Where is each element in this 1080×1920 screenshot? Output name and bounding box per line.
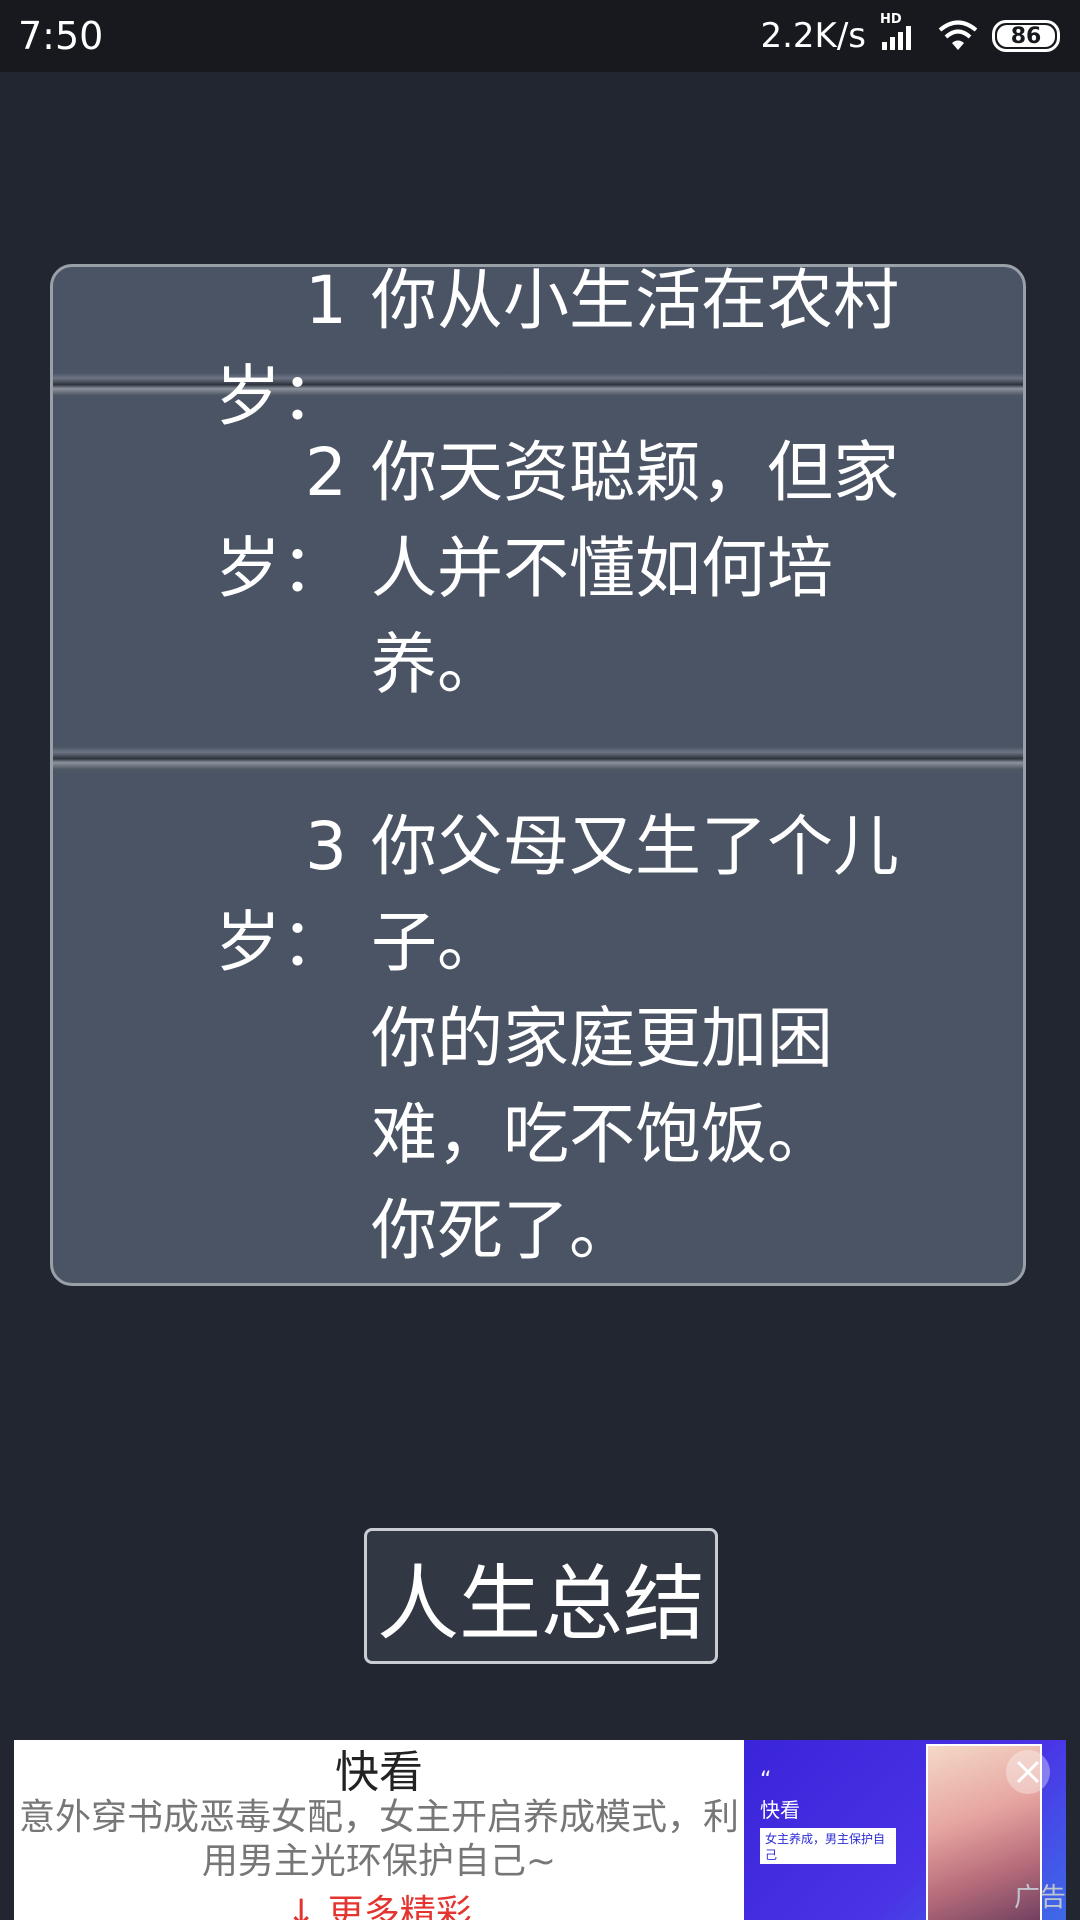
log-entry: 1岁： 你从小生活在农村 — [53, 264, 1023, 435]
entry-age: 3岁： — [215, 808, 347, 981]
log-entry: 2岁： 你天资聪颖，但家 人并不懂如何培 养。 — [53, 399, 1023, 747]
wifi-icon — [938, 20, 978, 50]
ad-more-link[interactable]: ↓ 更多精彩 — [14, 1884, 744, 1920]
battery-icon: 86 — [992, 20, 1060, 52]
entry-text: 你天资聪颖，但家 人并不懂如何培 养。 — [371, 434, 899, 703]
ad-image-brand: 快看 — [760, 1798, 800, 1822]
ad-description: 意外穿书成恶毒女配，女主开启养成模式，利用男主光环保护自己~ — [18, 1797, 739, 1876]
ad-more-label: 更多精彩 — [327, 1893, 472, 1920]
ad-label: 广告 — [1013, 1883, 1066, 1913]
entry-text: 你父母又生了个儿 子。 你的家庭更加困 难，吃不饱饭。 你死了。 — [371, 808, 899, 1269]
battery-level: 86 — [1010, 23, 1042, 49]
status-indicators: 2.2K/s HD 86 — [760, 12, 1060, 58]
ad-banner[interactable]: 快看 意外穿书成恶毒女配，女主开启养成模式，利用男主光环保护自己~ ↓ 更多精彩… — [14, 1740, 1066, 1920]
entry-text: 你从小生活在农村 — [371, 264, 899, 339]
ad-title: 快看 — [335, 1747, 423, 1798]
arrow-down-icon: ↓ — [286, 1893, 317, 1920]
ad-image-caption: 女主养成，男主保护自己 — [760, 1828, 896, 1864]
status-time: 7:50 — [18, 14, 104, 58]
life-summary-button[interactable]: 人生总结 — [364, 1528, 718, 1664]
life-log-list[interactable]: 1岁： 你从小生活在农村 2岁： 你天资聪颖，但家 人并不懂如何培 养。 3岁：… — [53, 264, 1023, 1279]
close-icon[interactable] — [1006, 1750, 1050, 1794]
quote-icon: “ — [760, 1768, 772, 1793]
life-log-panel[interactable]: 1岁： 你从小生活在农村 2岁： 你天资聪颖，但家 人并不懂如何培 养。 3岁：… — [50, 264, 1026, 1286]
entry-divider — [53, 747, 1023, 773]
ad-image[interactable]: “ 快看 女主养成，男主保护自己 广告 — [744, 1740, 1066, 1920]
cell-signal-icon: HD — [880, 12, 924, 54]
ad-text-block[interactable]: 快看 意外穿书成恶毒女配，女主开启养成模式，利用男主光环保护自己~ ↓ 更多精彩 — [14, 1740, 744, 1920]
entry-age: 2岁： — [215, 434, 347, 607]
status-bar: 7:50 2.2K/s HD 86 — [0, 0, 1080, 72]
log-entry: 3岁： 你父母又生了个儿 子。 你的家庭更加困 难，吃不饱饭。 你死了。 — [53, 773, 1023, 1279]
network-speed: 2.2K/s — [760, 16, 866, 56]
